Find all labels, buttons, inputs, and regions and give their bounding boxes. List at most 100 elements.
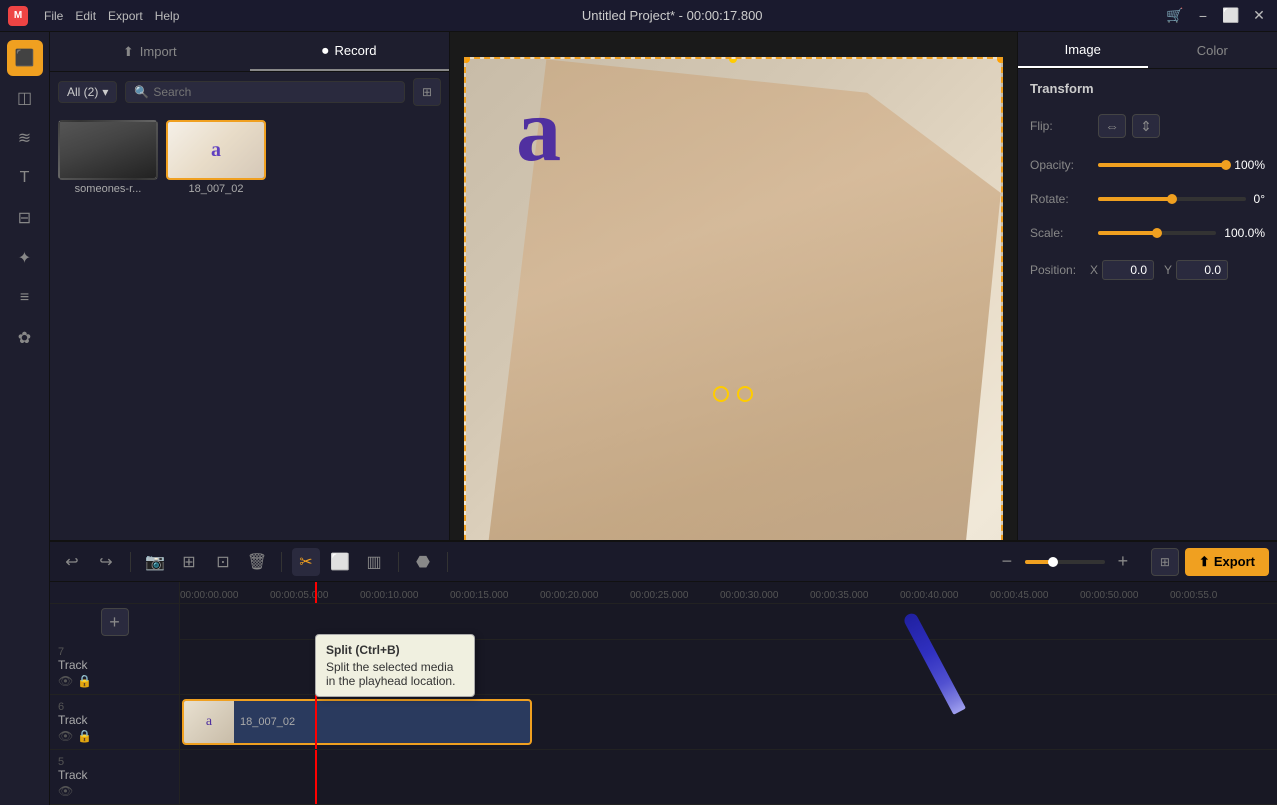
sidebar-filters-icon[interactable]: ≡ xyxy=(7,280,43,316)
opacity-slider[interactable] xyxy=(1098,163,1226,167)
record-tab[interactable]: ⏺ Record xyxy=(250,32,450,71)
sidebar-transitions-icon[interactable]: ⊟ xyxy=(7,200,43,236)
zoom-slider[interactable] xyxy=(1025,560,1105,564)
track-eye-icon[interactable]: 👁 xyxy=(58,784,73,798)
rotate-slider-track xyxy=(1098,197,1246,201)
position-inputs: X Y xyxy=(1090,260,1228,280)
window-title: Untitled Project* - 00:00:17.800 xyxy=(179,8,1165,23)
export-button[interactable]: ⬆ Export xyxy=(1185,548,1269,576)
delete-button[interactable]: 🗑 xyxy=(243,548,271,576)
zoom-plus-button[interactable]: + xyxy=(1109,548,1137,576)
right-content: Transform Flip: ⇔ ⇕ Opacity: 100% xyxy=(1018,69,1277,300)
cart-icon[interactable]: 🛒 xyxy=(1165,6,1185,26)
rotate-value: 0° xyxy=(1254,192,1265,206)
menu-help[interactable]: Help xyxy=(155,9,180,23)
main-layout: ⬛ ◫ ≋ T ⊟ ✦ ≡ ✿ ⬆ Import ⏺ Record All (2… xyxy=(0,32,1277,805)
paste-button[interactable]: ⊡ xyxy=(209,548,237,576)
sidebar-text-icon[interactable]: T xyxy=(7,160,43,196)
ruler-mark: 00:00:30.000 xyxy=(720,590,810,601)
redo-button[interactable]: ↪ xyxy=(92,548,120,576)
tab-color[interactable]: Color xyxy=(1148,32,1277,68)
sidebar-media-icon[interactable]: ⬛ xyxy=(7,40,43,76)
list-item[interactable]: someones-r... xyxy=(58,120,158,195)
flip-horizontal-button[interactable]: ⇔ xyxy=(1098,114,1126,138)
track-clip[interactable]: a 18_007_02 xyxy=(182,699,532,745)
record-icon: ⏺ xyxy=(322,43,329,59)
menu-edit[interactable]: Edit xyxy=(75,9,96,23)
scale-slider-handle[interactable] xyxy=(1152,228,1162,238)
transform-title: Transform xyxy=(1030,81,1265,96)
media-toolbar: All (2) ▾ 🔍 ⊞ xyxy=(50,72,449,112)
media-filter-dropdown[interactable]: All (2) ▾ xyxy=(58,81,117,103)
sidebar-layers-icon[interactable]: ◫ xyxy=(7,80,43,116)
split-button[interactable]: ✂ xyxy=(292,548,320,576)
export-icon: ⬆ xyxy=(1199,554,1210,570)
snapshot-button[interactable]: 📷 xyxy=(141,548,169,576)
opacity-row: Opacity: 100% xyxy=(1030,158,1265,172)
titlebar-controls: 🛒 − ⬜ ✕ xyxy=(1165,6,1269,26)
close-button[interactable]: ✕ xyxy=(1249,6,1269,26)
rotate-label: Rotate: xyxy=(1030,192,1090,206)
flip-vertical-button[interactable]: ⇕ xyxy=(1132,114,1160,138)
search-input[interactable] xyxy=(153,85,396,99)
app-logo: M xyxy=(8,6,28,26)
pos-y-label: Y xyxy=(1164,263,1172,277)
opacity-slider-handle[interactable] xyxy=(1221,160,1231,170)
track-lock-icon[interactable]: 🔒 xyxy=(77,729,92,743)
tab-image[interactable]: Image xyxy=(1018,32,1148,68)
maximize-button[interactable]: ⬜ xyxy=(1221,6,1241,26)
timeline-tracks: + 7 Track 👁 🔒 xyxy=(50,604,1277,805)
menu-export[interactable]: Export xyxy=(108,9,143,23)
ruler-mark: 00:00:20.000 xyxy=(540,590,630,601)
grid-toggle-button[interactable]: ⊞ xyxy=(413,78,441,106)
sidebar-stickers-icon[interactable]: ✿ xyxy=(7,320,43,356)
zoom-minus-button[interactable]: − xyxy=(993,548,1021,576)
rotate-slider-fill xyxy=(1098,197,1172,201)
minimize-button[interactable]: − xyxy=(1193,6,1213,26)
ruler-mark: 00:00:55.0 xyxy=(1170,590,1260,601)
add-track-button[interactable]: + xyxy=(101,608,129,636)
add-track-row: + xyxy=(50,604,1277,640)
track-lock-icon[interactable]: 🔒 xyxy=(77,674,92,688)
track-header: 7 Track 👁 🔒 xyxy=(50,640,180,694)
track-icons: 👁 🔒 xyxy=(58,729,171,743)
scale-value: 100.0% xyxy=(1224,226,1265,240)
titlebar: M File Edit Export Help Untitled Project… xyxy=(0,0,1277,32)
pos-y-input[interactable] xyxy=(1176,260,1228,280)
media-grid: someones-r... a 18_007_02 xyxy=(50,112,449,203)
left-sidebar: ⬛ ◫ ≋ T ⊟ ✦ ≡ ✿ xyxy=(0,32,50,805)
right-tabs: Image Color xyxy=(1018,32,1277,69)
undo-button[interactable]: ↩ xyxy=(58,548,86,576)
trim-button[interactable]: ▥ xyxy=(360,548,388,576)
ruler-mark: 00:00:45.000 xyxy=(990,590,1080,601)
rotate-slider[interactable] xyxy=(1098,197,1246,201)
media-thumbnail: a xyxy=(166,120,266,180)
sidebar-audio-icon[interactable]: ≋ xyxy=(7,120,43,156)
timeline: ↩ ↪ 📷 ⊞ ⊡ 🗑 ✂ ⬜ ▥ ⬣ − + ⊞ xyxy=(50,540,1277,805)
timeline-settings-button[interactable]: ⊞ xyxy=(1151,548,1179,576)
clip-name: 18_007_02 xyxy=(234,716,301,728)
titlebar-left: M File Edit Export Help xyxy=(8,6,179,26)
track-label: Track xyxy=(58,768,171,782)
menu-file[interactable]: File xyxy=(44,9,63,23)
track-eye-icon[interactable]: 👁 xyxy=(58,729,73,743)
sidebar-effects-icon[interactable]: ✦ xyxy=(7,240,43,276)
playhead-line xyxy=(315,750,317,804)
import-tab[interactable]: ⬆ Import xyxy=(50,32,250,71)
rotate-slider-handle[interactable] xyxy=(1167,194,1177,204)
copy-button[interactable]: ⊞ xyxy=(175,548,203,576)
flip-label: Flip: xyxy=(1030,119,1090,133)
list-item[interactable]: a 18_007_02 xyxy=(166,120,266,195)
zoom-slider-handle[interactable] xyxy=(1048,557,1058,567)
timeline-toolbar: ↩ ↪ 📷 ⊞ ⊡ 🗑 ✂ ⬜ ▥ ⬣ − + ⊞ xyxy=(50,542,1277,582)
split-tooltip: Split (Ctrl+B) Split the selected media … xyxy=(315,634,475,697)
crop-button[interactable]: ⬜ xyxy=(326,548,354,576)
track-eye-icon[interactable]: 👁 xyxy=(58,674,73,688)
scale-slider-fill xyxy=(1098,231,1157,235)
marker-button[interactable]: ⬣ xyxy=(409,548,437,576)
flip-buttons: ⇔ ⇕ xyxy=(1098,114,1160,138)
pos-x-input[interactable] xyxy=(1102,260,1154,280)
ruler-mark: 00:00:00.000 xyxy=(180,590,270,601)
separator xyxy=(130,552,131,572)
scale-slider[interactable] xyxy=(1098,231,1216,235)
